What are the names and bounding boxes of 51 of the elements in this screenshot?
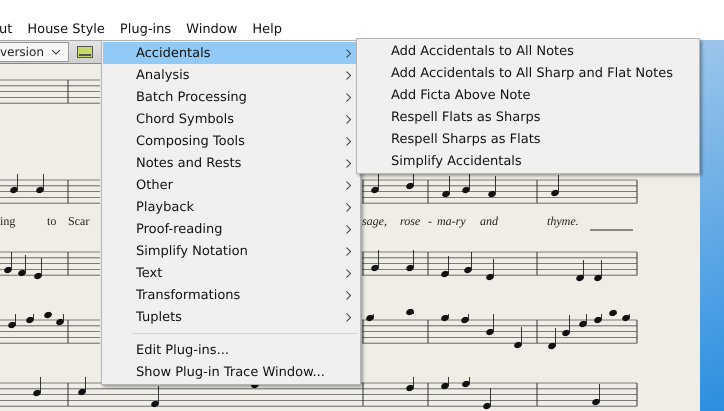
menu-bar-item[interactable]: ut bbox=[0, 22, 20, 40]
lyric-text: ing bbox=[0, 214, 16, 229]
menu-bar-item[interactable]: Help bbox=[245, 22, 290, 40]
chevron-right-icon bbox=[346, 48, 351, 58]
chevron-right-icon bbox=[346, 70, 351, 80]
lyric-text: rose bbox=[400, 214, 420, 229]
menu-item[interactable]: Tuplets bbox=[103, 306, 359, 328]
menu-item[interactable]: Proof-reading bbox=[103, 218, 359, 240]
menu-item[interactable]: Notes and Rests bbox=[103, 152, 359, 174]
menu-item[interactable]: Accidentals bbox=[103, 42, 359, 64]
chevron-right-icon bbox=[346, 224, 351, 234]
menu-item[interactable]: Add Ficta Above Note bbox=[358, 84, 698, 106]
menu-item[interactable]: Simplify Notation bbox=[103, 240, 359, 262]
menu-item[interactable]: Text bbox=[103, 262, 359, 284]
menu-item[interactable]: Other bbox=[103, 174, 359, 196]
chevron-right-icon bbox=[346, 268, 351, 278]
chevron-right-icon bbox=[346, 180, 351, 190]
menu-item[interactable]: Edit Plug-ins... bbox=[103, 339, 359, 361]
menu-item[interactable]: Add Accidentals to All Notes bbox=[358, 40, 698, 62]
menu-item[interactable]: Respell Flats as Sharps bbox=[358, 106, 698, 128]
menu-bar-item[interactable]: House Style bbox=[20, 22, 113, 40]
menu-bar-item[interactable]: Plug-ins bbox=[112, 22, 180, 40]
menu-item[interactable]: Simplify Accidentals bbox=[358, 150, 698, 172]
lyric-text: and bbox=[480, 214, 498, 229]
version-dropdown[interactable]: version bbox=[0, 42, 69, 62]
menu-bar-item[interactable]: Window bbox=[179, 22, 246, 40]
menu-item[interactable]: Show Plug-in Trace Window... bbox=[103, 361, 359, 383]
chevron-down-icon bbox=[52, 50, 60, 54]
menu-item[interactable]: Add Accidentals to All Sharp and Flat Notes bbox=[358, 62, 698, 84]
chevron-right-icon bbox=[346, 290, 351, 300]
chevron-right-icon bbox=[346, 202, 351, 212]
menu-item[interactable]: Chord Symbols bbox=[103, 108, 359, 130]
lyric-text: Scar bbox=[68, 214, 90, 229]
menu-item[interactable]: Analysis bbox=[103, 64, 359, 86]
menu-item[interactable]: Transformations bbox=[103, 284, 359, 306]
menu-item[interactable]: Batch Processing bbox=[103, 86, 359, 108]
chevron-right-icon bbox=[346, 312, 351, 322]
panel-icon[interactable] bbox=[77, 46, 93, 58]
lyric-text: to bbox=[47, 214, 56, 229]
menu-item[interactable]: Respell Sharps as Flats bbox=[358, 128, 698, 150]
lyric-text: thyme. bbox=[547, 214, 579, 229]
lyric-text: sage, bbox=[362, 214, 387, 229]
chevron-right-icon bbox=[346, 158, 351, 168]
menu-item[interactable]: Playback bbox=[103, 196, 359, 218]
menu-item[interactable]: Composing Tools bbox=[103, 130, 359, 152]
chevron-right-icon bbox=[346, 92, 351, 102]
chevron-right-icon bbox=[346, 114, 351, 124]
chevron-right-icon bbox=[346, 136, 351, 146]
lyric-text: ma-ry bbox=[437, 214, 466, 229]
chevron-right-icon bbox=[346, 246, 351, 256]
lyric-text: - bbox=[428, 214, 432, 229]
